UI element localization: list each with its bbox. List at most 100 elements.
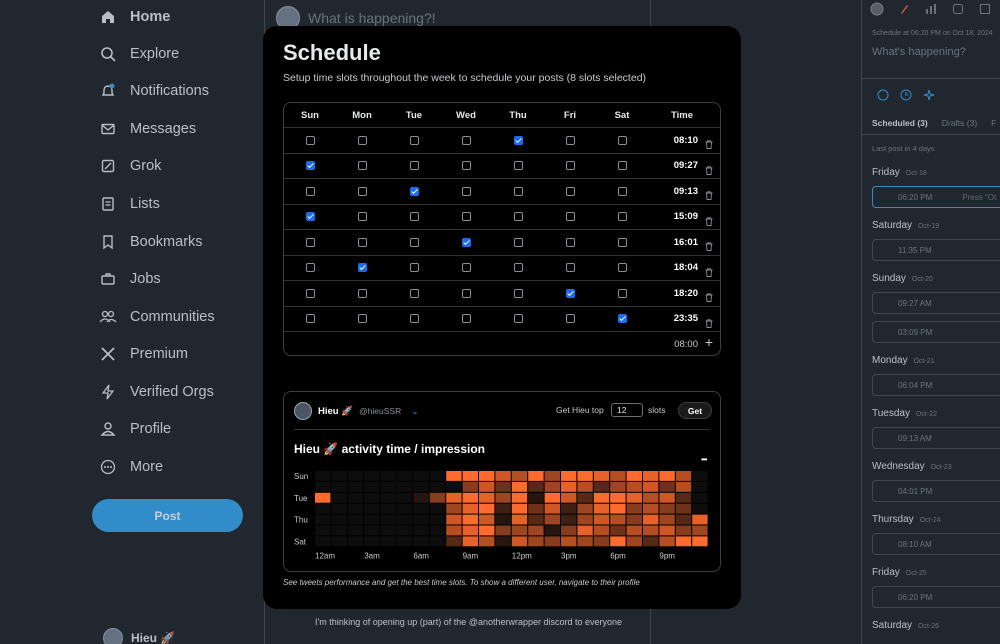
checkbox[interactable]: [461, 212, 471, 222]
activity-card: Hieu 🚀 @hieuSSR ⌄ Get Hieu top 12 slots …: [283, 391, 721, 572]
checkbox[interactable]: [617, 237, 627, 247]
checkbox[interactable]: [565, 135, 575, 145]
checkbox[interactable]: [513, 186, 523, 196]
heatmap-cell: [446, 471, 462, 481]
checkbox[interactable]: [409, 288, 419, 298]
trash-icon[interactable]: [705, 213, 713, 226]
checkbox[interactable]: [565, 161, 575, 171]
checkbox[interactable]: [513, 263, 523, 273]
checkbox-cell: [342, 307, 382, 332]
checkbox[interactable]: [305, 237, 315, 247]
column-header-thu: Thu: [509, 109, 527, 121]
heatmap-cell: [413, 525, 429, 536]
heatmap-cell: [315, 536, 331, 547]
checkbox-checked[interactable]: [357, 263, 367, 273]
checkbox-checked[interactable]: [513, 135, 523, 145]
heatmap-cell: [495, 481, 511, 492]
slot-time[interactable]: 09:27: [654, 154, 698, 179]
trash-icon[interactable]: [705, 315, 713, 328]
checkbox-checked[interactable]: [617, 314, 627, 324]
heatmap-cell: [610, 514, 626, 525]
checkbox[interactable]: [617, 186, 627, 196]
trash-icon[interactable]: [705, 289, 713, 302]
slot-time[interactable]: 08:10: [654, 128, 698, 153]
heatmap-cell: [577, 471, 593, 481]
checkbox[interactable]: [565, 237, 575, 247]
x-tick-label: 9pm: [659, 551, 675, 560]
checkbox[interactable]: [409, 212, 419, 222]
checkbox[interactable]: [409, 314, 419, 324]
checkbox[interactable]: [617, 161, 627, 171]
checkbox[interactable]: [357, 314, 367, 324]
checkbox[interactable]: [305, 186, 315, 196]
checkbox[interactable]: [357, 212, 367, 222]
checkbox[interactable]: [461, 288, 471, 298]
checkbox[interactable]: [409, 237, 419, 247]
checkbox[interactable]: [513, 237, 523, 247]
plus-icon[interactable]: +: [705, 335, 713, 349]
heatmap-cell: [429, 481, 446, 492]
checkbox-cell: [446, 128, 486, 153]
checkbox[interactable]: [513, 288, 523, 298]
checkbox[interactable]: [409, 135, 419, 145]
heatmap-cell: [511, 525, 528, 536]
new-slot-time[interactable]: 08:00: [674, 339, 698, 350]
trash-icon[interactable]: [705, 187, 713, 200]
checkbox[interactable]: [461, 161, 471, 171]
heatmap-cell: [462, 481, 478, 492]
checkbox[interactable]: [513, 161, 523, 171]
checkbox[interactable]: [305, 263, 315, 273]
checkbox[interactable]: [513, 212, 523, 222]
checkbox-checked[interactable]: [565, 288, 575, 298]
trash-icon[interactable]: [705, 238, 713, 251]
checkbox[interactable]: [357, 161, 367, 171]
checkbox[interactable]: [513, 314, 523, 324]
slot-time[interactable]: 18:20: [654, 281, 698, 306]
x-tick-label: 3pm: [561, 551, 577, 560]
checkbox[interactable]: [617, 212, 627, 222]
checkbox[interactable]: [305, 288, 315, 298]
slot-time[interactable]: 16:01: [654, 230, 698, 255]
trash-icon[interactable]: [705, 162, 713, 175]
schedule-table: Sun Mon Tue Wed Thu Fri Sat Time 08:10 09:27 09:1…: [283, 102, 721, 356]
checkbox[interactable]: [461, 186, 471, 196]
x-tick-label: 6am: [413, 551, 429, 560]
checkbox[interactable]: [565, 263, 575, 273]
checkbox[interactable]: [565, 314, 575, 324]
checkbox[interactable]: [305, 314, 315, 324]
checkbox-cell: [446, 256, 486, 281]
y-tick-label: Tue: [294, 494, 308, 503]
checkbox[interactable]: [461, 263, 471, 273]
checkbox-cell: [550, 230, 590, 255]
checkbox[interactable]: [617, 135, 627, 145]
heatmap-cell: [429, 536, 446, 547]
checkbox-checked[interactable]: [305, 161, 315, 171]
checkbox[interactable]: [357, 288, 367, 298]
slot-time[interactable]: 09:13: [654, 179, 698, 204]
checkbox-checked[interactable]: [409, 186, 419, 196]
checkbox-cell: [394, 307, 434, 332]
checkbox[interactable]: [461, 135, 471, 145]
checkbox[interactable]: [357, 186, 367, 196]
checkbox-cell: [290, 128, 330, 153]
checkbox[interactable]: [357, 237, 367, 247]
checkbox[interactable]: [409, 263, 419, 273]
checkbox[interactable]: [409, 161, 419, 171]
checkbox[interactable]: [617, 263, 627, 273]
trash-icon[interactable]: [705, 264, 713, 277]
checkbox[interactable]: [461, 314, 471, 324]
slot-time[interactable]: 23:35: [654, 307, 698, 332]
slot-time[interactable]: 18:04: [654, 256, 698, 281]
checkbox[interactable]: [565, 212, 575, 222]
checkbox[interactable]: [305, 135, 315, 145]
slot-time[interactable]: 15:09: [654, 205, 698, 230]
trash-icon[interactable]: [705, 136, 713, 149]
table-row: 08:10: [284, 128, 720, 154]
checkbox-checked[interactable]: [461, 237, 471, 247]
checkbox-checked[interactable]: [305, 212, 315, 222]
heatmap-cell: [331, 525, 347, 536]
checkbox[interactable]: [617, 288, 627, 298]
checkbox[interactable]: [565, 186, 575, 196]
checkbox[interactable]: [357, 135, 367, 145]
heatmap-cell: [413, 471, 429, 481]
